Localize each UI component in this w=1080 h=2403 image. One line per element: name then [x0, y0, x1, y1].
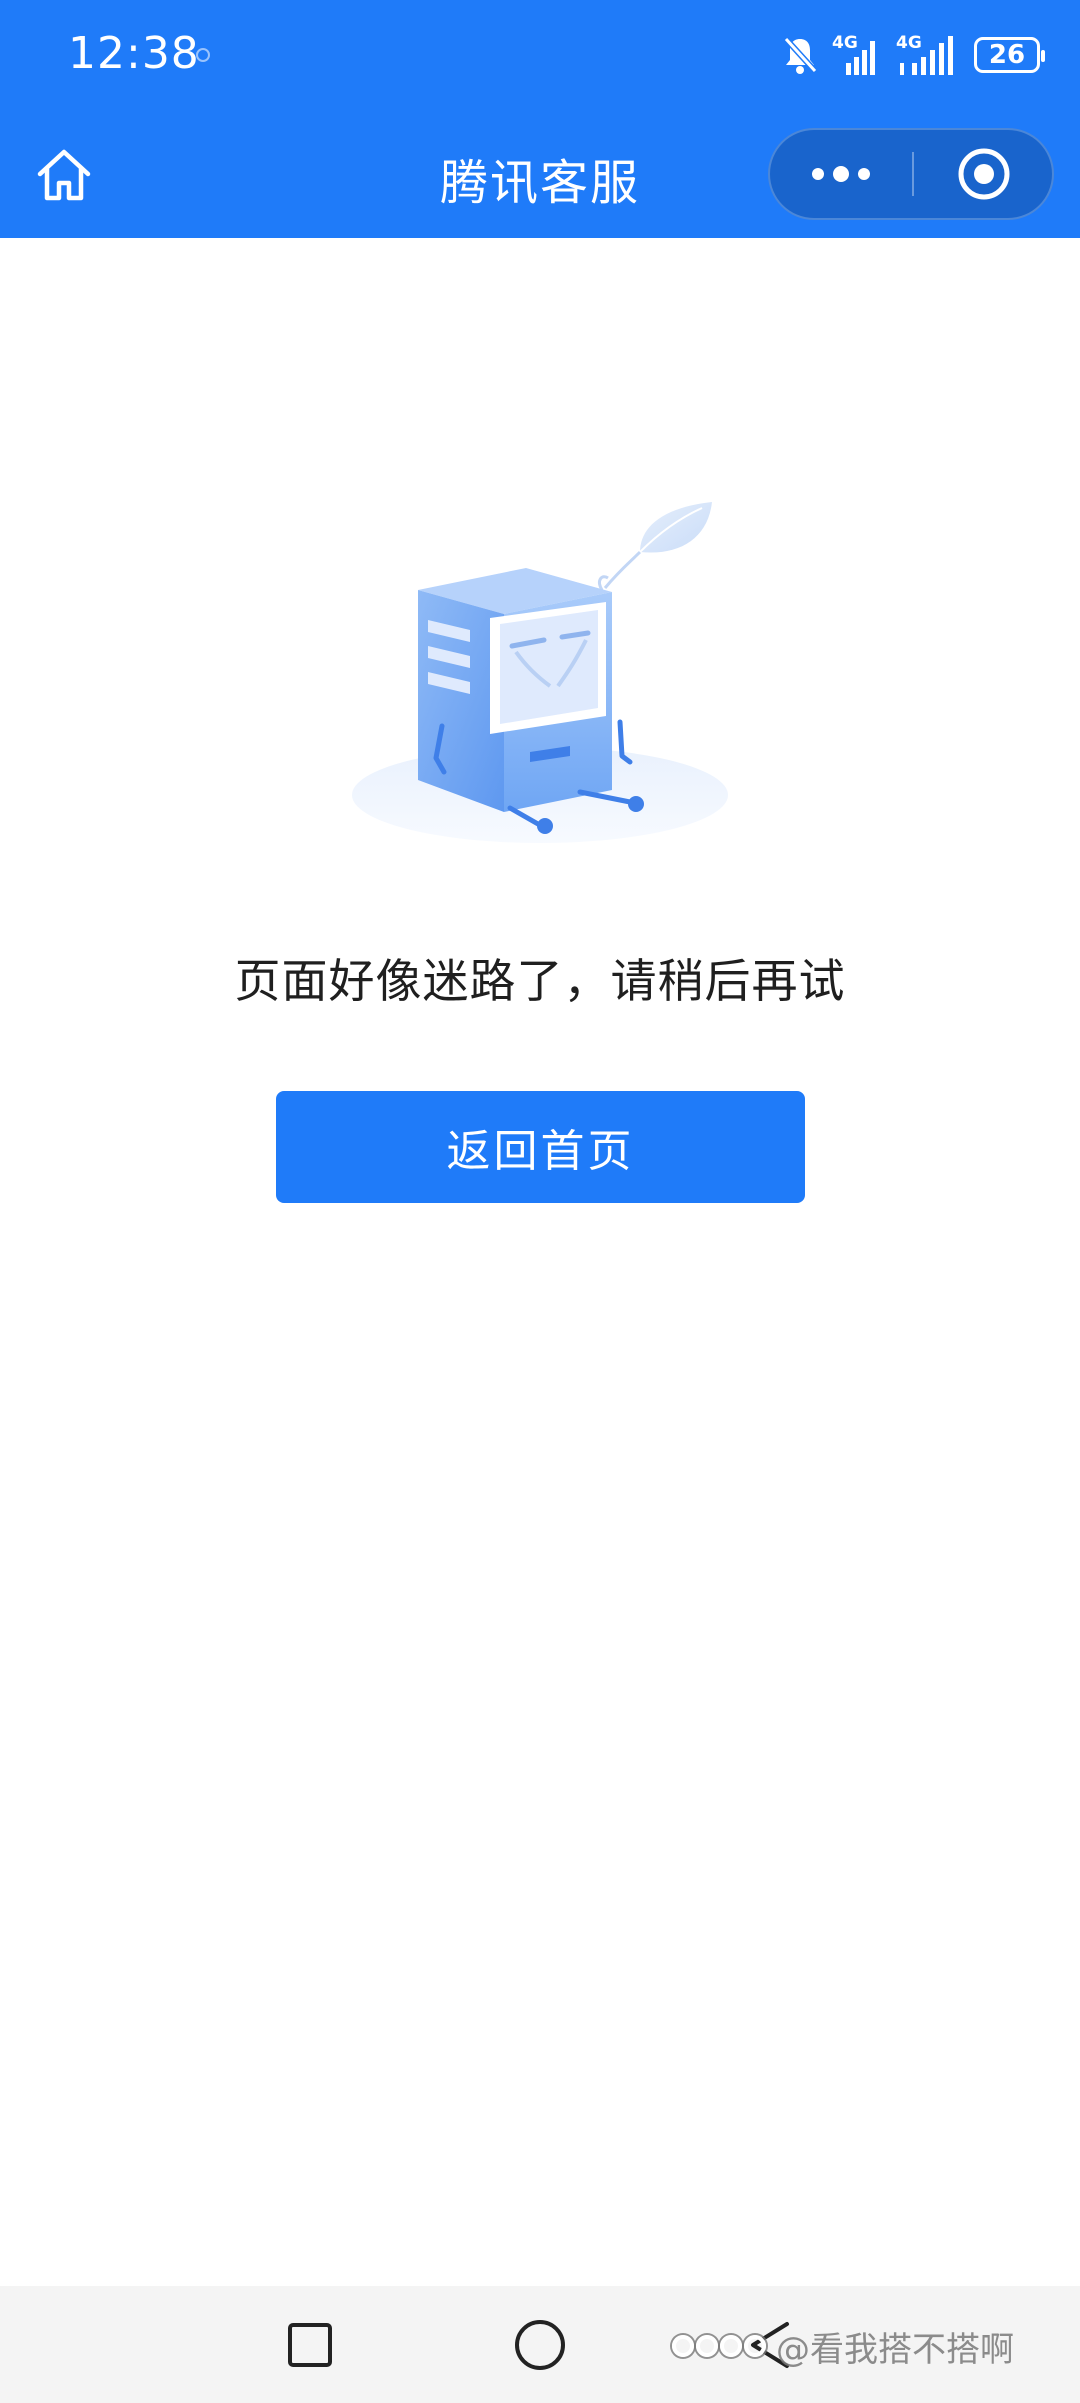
- screen: 12:38 4G 4G 26 腾讯客服 页面好像迷路了，请稍后再试 返回首页 @…: [0, 0, 1080, 2403]
- watermark-logo: [672, 2335, 766, 2357]
- watermark-text: @看我搭不搭啊: [776, 2329, 1014, 2370]
- status-icons: 4G 4G 26: [782, 30, 1045, 80]
- watermark: @看我搭不搭啊: [672, 2318, 1014, 2374]
- header: 腾讯客服: [0, 115, 1080, 238]
- more-dots-icon: [812, 166, 870, 182]
- error-illustration: [340, 490, 740, 860]
- target-close-icon: [958, 148, 1010, 200]
- close-button[interactable]: [914, 130, 1054, 218]
- status-time: 12:38: [68, 28, 200, 79]
- lost-robot-illustration: [352, 502, 728, 843]
- battery-level: 26: [988, 40, 1026, 70]
- mini-program-capsule: [768, 128, 1054, 220]
- signal-group-2: 4G: [896, 33, 960, 77]
- top-bar: 12:38 4G 4G 26 腾讯客服: [0, 0, 1080, 238]
- signal-bars-icon: [846, 41, 875, 75]
- bell-off-icon: [783, 36, 818, 74]
- circle-icon: [515, 2319, 565, 2370]
- recent-apps-button[interactable]: [255, 2286, 365, 2403]
- signal-group-1: 4G: [832, 33, 882, 77]
- more-button[interactable]: [770, 130, 912, 218]
- signal-bars-icon-2: [900, 36, 953, 75]
- return-home-button[interactable]: 返回首页: [276, 1091, 805, 1203]
- system-home-button[interactable]: [485, 2286, 595, 2403]
- status-bar: 12:38 4G 4G 26: [0, 0, 1080, 115]
- notification-dot-icon: [196, 48, 210, 62]
- square-icon: [288, 2322, 332, 2367]
- error-message: 页面好像迷路了，请稍后再试: [234, 954, 846, 1008]
- battery-indicator: 26: [974, 37, 1045, 73]
